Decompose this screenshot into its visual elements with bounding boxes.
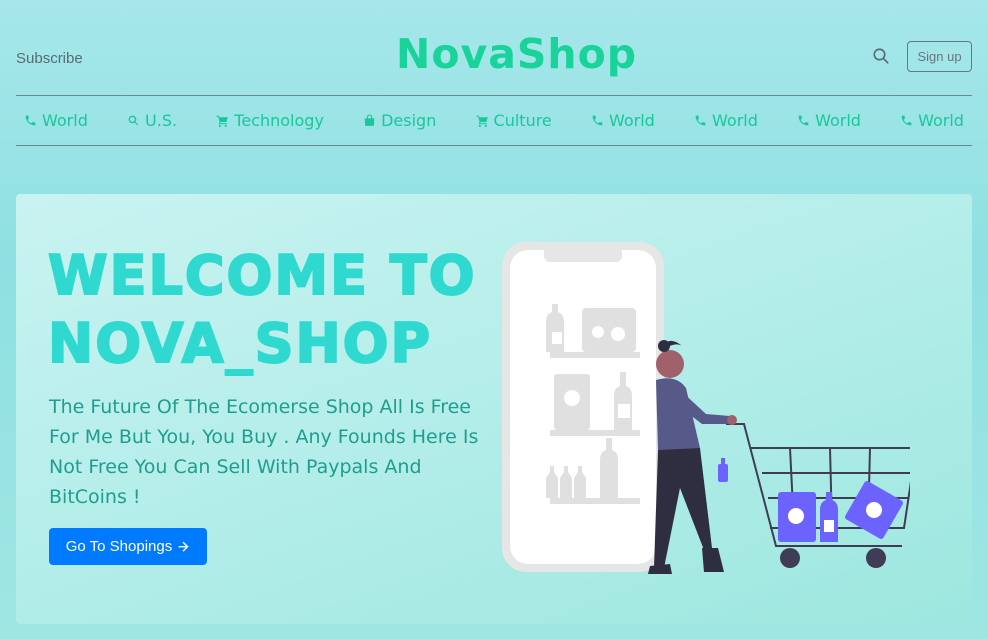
sign-up-button[interactable]: Sign up: [907, 41, 972, 72]
phone-icon: [592, 115, 603, 126]
nav-item-design[interactable]: Design: [363, 111, 436, 130]
search-icon[interactable]: [872, 47, 890, 65]
shopping-bag-icon: [364, 114, 375, 126]
phone-icon: [901, 115, 912, 126]
hero-title: WELCOME TO NOVA_SHOP: [47, 243, 477, 376]
nav-item-world[interactable]: World: [797, 111, 861, 130]
nav-item-technology[interactable]: Technology: [216, 111, 324, 130]
search-icon: [128, 115, 139, 126]
nav-item-label: World: [608, 111, 655, 130]
nav-item-world[interactable]: World: [694, 111, 758, 130]
nav-item-us[interactable]: U.S.: [127, 111, 177, 130]
cart-icon: [476, 115, 488, 127]
nav-item-label: Culture: [493, 111, 552, 130]
go-to-shopping-button[interactable]: Go To Shopings: [49, 528, 207, 565]
hero-description: The Future Of The Ecomerse Shop All Is F…: [49, 396, 479, 508]
cart-icon: [216, 115, 229, 127]
arrow-right-icon: [178, 541, 189, 552]
nav-item-world[interactable]: World: [900, 111, 964, 130]
phone-icon: [695, 115, 706, 126]
nav-item-world[interactable]: World: [591, 111, 655, 130]
nav-item-label: World: [918, 111, 964, 130]
subscribe-link[interactable]: Subscribe: [16, 50, 83, 67]
brand-logo[interactable]: NovaShop: [396, 30, 636, 78]
shopping-cart-woman-illustration: [502, 242, 910, 574]
nav-item-label: U.S.: [145, 111, 178, 130]
nav-item-culture[interactable]: Culture: [476, 111, 552, 130]
nav-item-label: World: [712, 111, 758, 130]
hero-section: WELCOME TO NOVA_SHOP The Future Of The E…: [16, 194, 972, 624]
top-bar: Subscribe NovaShop Sign up: [16, 0, 972, 96]
nav-item-label: World: [815, 111, 861, 130]
nav-item-label: Design: [381, 111, 437, 130]
nav-item-label: Technology: [234, 111, 324, 130]
phone-icon: [25, 115, 36, 126]
nav-item-label: World: [42, 111, 88, 130]
cta-label: Go To Shopings: [65, 538, 173, 555]
category-nav: World U.S. Technology Design Culture Wor…: [16, 96, 972, 146]
phone-icon: [798, 115, 809, 126]
nav-item-world[interactable]: World: [24, 111, 88, 130]
